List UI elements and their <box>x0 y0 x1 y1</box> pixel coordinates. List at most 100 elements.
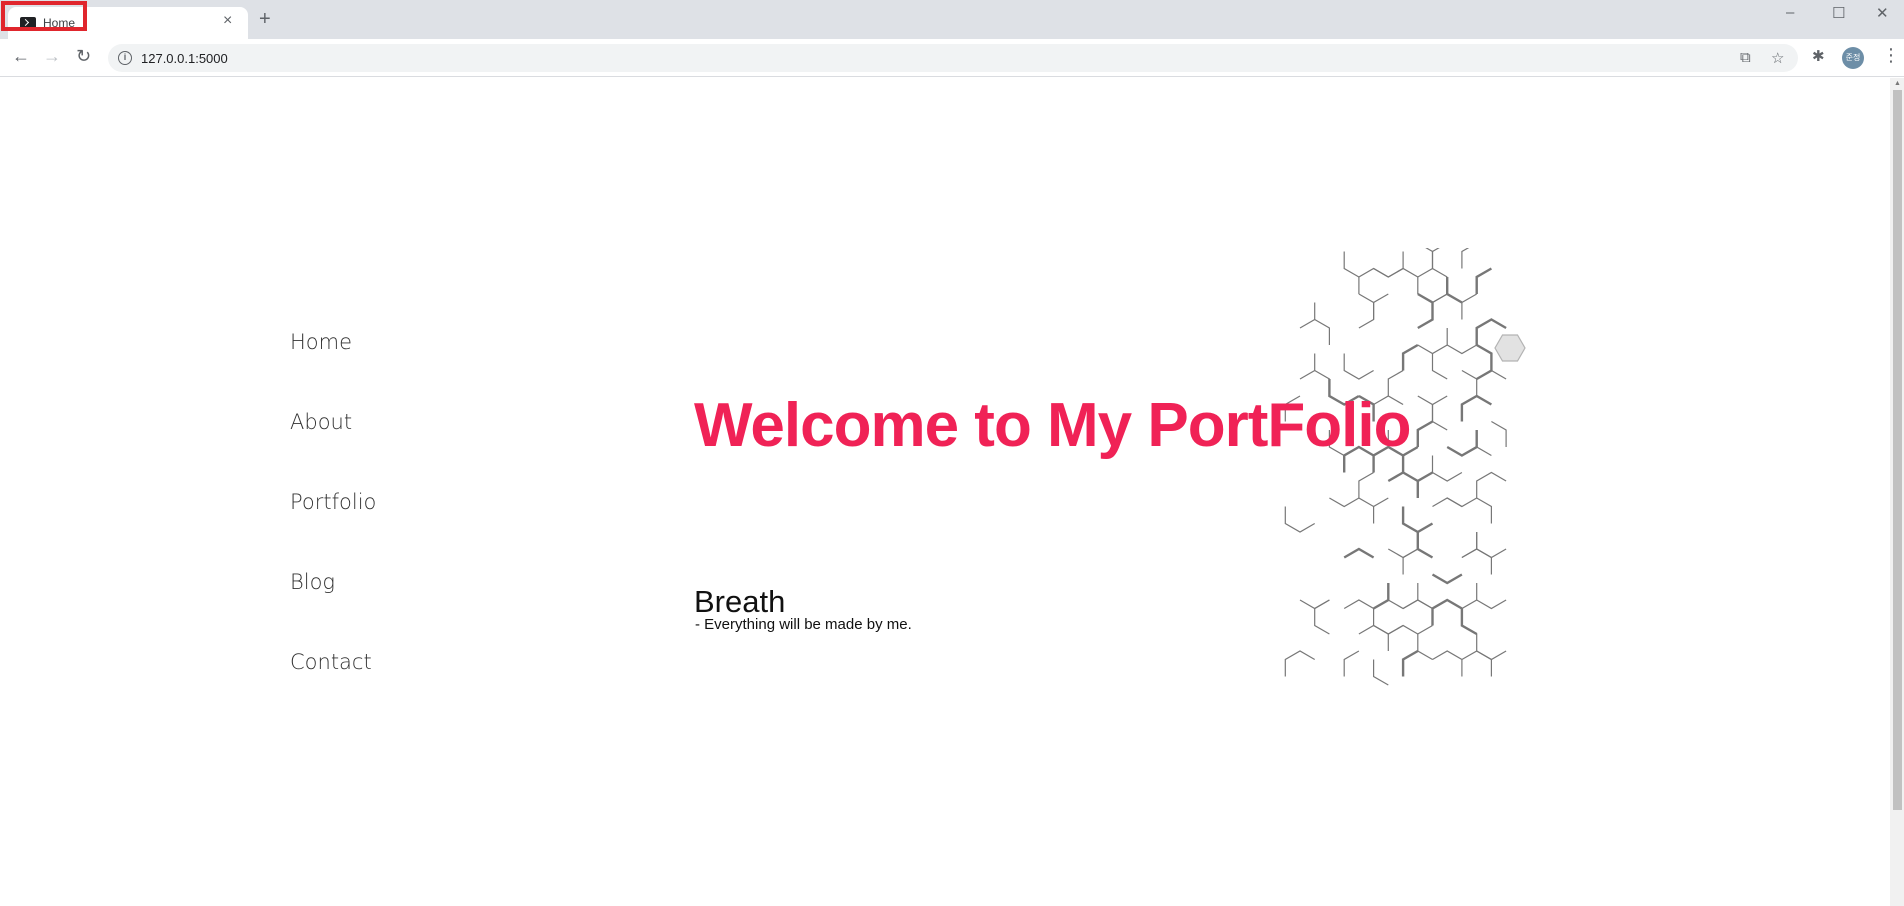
hexagon-edge <box>1461 248 1470 269</box>
hexagon-edge <box>1476 650 1507 661</box>
hexagon-pattern-image <box>1284 248 1526 686</box>
hexagon-edge <box>1476 532 1507 559</box>
hexagon-edge <box>1401 343 1419 371</box>
reload-icon[interactable]: ↻ <box>76 47 91 65</box>
hexagon-edge <box>1446 277 1463 304</box>
page-content <box>0 78 1890 906</box>
hexagon-edge <box>1476 343 1493 381</box>
hexagon-edge <box>1417 624 1433 661</box>
hexagon-edge <box>1402 548 1419 575</box>
hexagon-edge <box>1388 532 1419 559</box>
hexagon-edge <box>1314 318 1330 345</box>
hexagon-edge <box>1387 583 1419 610</box>
site-info-icon[interactable]: i <box>118 51 132 65</box>
hexagon-edge <box>1431 455 1463 482</box>
hexagon-edge <box>1417 248 1434 278</box>
hexagon-edge <box>1417 395 1448 406</box>
hexagon-edge <box>1387 471 1419 483</box>
hexagon-edge <box>1431 598 1463 626</box>
hexagon-edge <box>1299 302 1316 329</box>
hexagon-edge <box>1284 650 1316 677</box>
hexagon-edge <box>1461 548 1492 575</box>
hexagon-edge <box>1476 497 1492 524</box>
hexagon-edge <box>1401 506 1434 534</box>
hexagon-edge <box>1416 532 1434 559</box>
hexagon-edge <box>1373 624 1404 635</box>
minimize-icon[interactable]: – <box>1786 4 1794 21</box>
scrollbar[interactable]: ▲ <box>1890 78 1904 906</box>
address-bar[interactable]: i 127.0.0.1:5000 ⧉ ☆ <box>108 44 1798 72</box>
hero-tagline: - Everything will be made by me. <box>695 616 912 633</box>
hexagon-edge <box>1373 659 1389 686</box>
hexagon-edge <box>1476 650 1492 677</box>
hero-title: Welcome to My PortFolio <box>694 391 1411 460</box>
hexagon-edge <box>1373 251 1404 278</box>
browser-toolbar: ← → ↻ i 127.0.0.1:5000 ⧉ ☆ ✱ 준정 ⋮ <box>0 39 1904 77</box>
hexagon-edge <box>1431 404 1448 431</box>
maximize-icon[interactable]: ☐ <box>1832 4 1845 22</box>
hexagon-edge <box>1343 599 1375 626</box>
hexagon-edge <box>1343 251 1360 278</box>
scroll-thumb[interactable] <box>1893 90 1902 810</box>
nav-link-blog[interactable]: Blog <box>290 570 335 594</box>
hexagon-edge <box>1358 624 1389 651</box>
hexagon-edge <box>1461 293 1477 320</box>
hexagon-edge <box>1476 599 1507 610</box>
hexagon-edge <box>1417 328 1448 355</box>
url-text: 127.0.0.1:5000 <box>141 51 228 66</box>
hexagon-edge <box>1416 471 1434 498</box>
hexagon-edge <box>1431 248 1448 278</box>
nav-link-about[interactable]: About <box>290 410 352 434</box>
hero-subtitle: Breath <box>694 584 786 619</box>
hexagon-edge <box>1388 624 1419 635</box>
hexagon-edge <box>1372 583 1390 610</box>
hexagon-edge <box>1401 649 1419 677</box>
hexagon-edge <box>1446 497 1477 508</box>
hexagon-edge <box>1417 292 1434 330</box>
menu-dots-icon[interactable]: ⋮ <box>1882 45 1900 66</box>
hexagon-edge <box>1358 267 1389 294</box>
hexagon-edge <box>1373 293 1389 320</box>
hexagon-edge <box>1431 293 1448 320</box>
extensions-icon[interactable]: ✱ <box>1812 47 1825 65</box>
hexagon-edge <box>1491 420 1507 447</box>
hexagon-edge <box>1373 497 1389 524</box>
hexagon-edge <box>1416 420 1434 447</box>
hexagon-edge <box>1388 267 1419 294</box>
hexagon-edge <box>1432 497 1463 508</box>
hexagon-edge <box>1431 573 1463 585</box>
new-tab-button[interactable]: + <box>259 9 271 29</box>
hexagon-edge <box>1358 471 1374 508</box>
hexagon-edge <box>1431 353 1448 380</box>
hexagon-edge <box>1284 506 1316 533</box>
forward-icon[interactable]: → <box>43 47 61 65</box>
nav-link-home[interactable]: Home <box>290 330 352 354</box>
hexagon-edge <box>1299 353 1316 380</box>
hexagon-edge <box>1446 430 1478 457</box>
tab-bar: Home × + – ☐ ✕ <box>0 0 1904 39</box>
hexagon-edge <box>1446 583 1478 610</box>
hexagon-edge <box>1460 394 1493 422</box>
window-close-icon[interactable]: ✕ <box>1876 4 1889 22</box>
scroll-up-icon[interactable]: ▲ <box>1894 80 1901 87</box>
tab-highlight-box <box>1 1 87 31</box>
profile-avatar[interactable]: 준정 <box>1842 47 1864 69</box>
hexagon-edge <box>1329 497 1360 508</box>
nav-link-contact[interactable]: Contact <box>290 650 372 674</box>
hexagon-edge <box>1432 650 1463 677</box>
hexagon-edge <box>1475 267 1493 294</box>
tab-close-icon[interactable]: × <box>223 13 232 29</box>
hexagon-edge <box>1358 293 1375 329</box>
hexagon-edge <box>1343 547 1375 559</box>
hexagon-edge <box>1476 471 1507 498</box>
raised-hexagon <box>1494 334 1526 362</box>
nav-link-portfolio[interactable]: Portfolio <box>290 490 376 514</box>
hexagon-edge <box>1402 599 1433 610</box>
hexagon-edge <box>1461 369 1478 396</box>
hexagon-edge <box>1299 599 1330 610</box>
bookmark-star-icon[interactable]: ☆ <box>1771 49 1784 67</box>
hexagon-edge <box>1343 353 1374 380</box>
hexagon-edge <box>1343 650 1360 677</box>
translate-icon[interactable]: ⧉ <box>1740 49 1751 66</box>
back-icon[interactable]: ← <box>12 47 30 65</box>
